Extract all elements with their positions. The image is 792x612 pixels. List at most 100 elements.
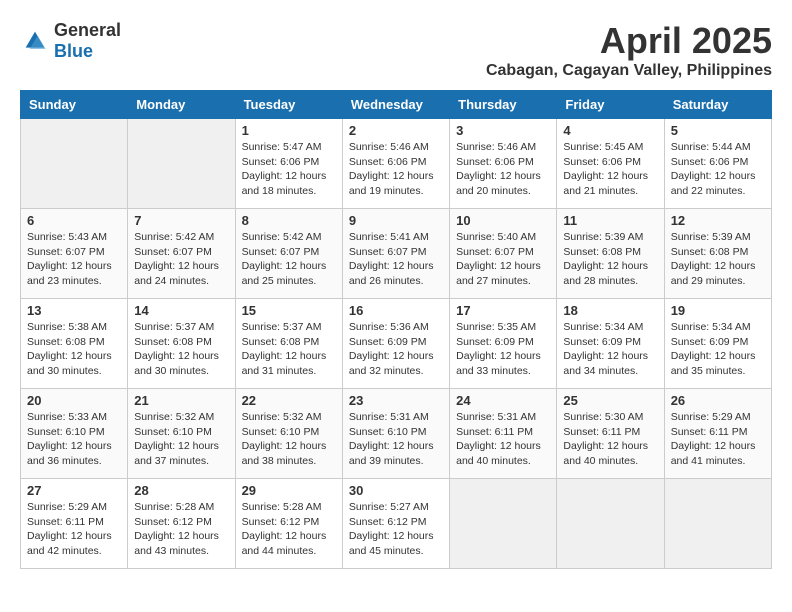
calendar-cell <box>21 119 128 209</box>
day-number: 29 <box>242 483 336 498</box>
day-number: 25 <box>563 393 657 408</box>
day-number: 30 <box>349 483 443 498</box>
day-detail: Sunrise: 5:31 AMSunset: 6:11 PMDaylight:… <box>456 410 550 469</box>
day-number: 21 <box>134 393 228 408</box>
logo: General Blue <box>20 20 121 62</box>
calendar-cell: 3Sunrise: 5:46 AMSunset: 6:06 PMDaylight… <box>450 119 557 209</box>
day-number: 27 <box>27 483 121 498</box>
calendar-cell: 13Sunrise: 5:38 AMSunset: 6:08 PMDayligh… <box>21 299 128 389</box>
day-number: 16 <box>349 303 443 318</box>
day-number: 11 <box>563 213 657 228</box>
calendar-cell: 8 Sunrise: 5:42 AMSunset: 6:07 PMDaylight… <box>235 209 342 299</box>
calendar-cell: 4 Sunrise: 5:45 AMSunset: 6:06 PMDaylight… <box>557 119 664 209</box>
calendar-week-row: 20 Sunrise: 5:33 AMSunset: 6:10 PMDayligh… <box>21 389 772 479</box>
day-detail: Sunrise: 5:37 AMSunset: 6:08 PMDaylight:… <box>134 320 228 379</box>
calendar-cell: 15Sunrise: 5:37 AMSunset: 6:08 PMDayligh… <box>235 299 342 389</box>
day-detail: Sunrise: 5:45 AMSunset: 6:06 PMDaylight:… <box>563 140 657 199</box>
day-of-week-header: Friday <box>557 91 664 119</box>
day-of-week-header: Tuesday <box>235 91 342 119</box>
day-detail: Sunrise: 5:34 AMSunset: 6:09 PMDaylight:… <box>563 320 657 379</box>
day-number: 4 <box>563 123 657 138</box>
day-detail: Sunrise: 5:42 AMSunset: 6:07 PMDaylight:… <box>242 230 336 289</box>
calendar-cell <box>557 479 664 569</box>
day-number: 18 <box>563 303 657 318</box>
day-detail: Sunrise: 5:43 AMSunset: 6:07 PMDaylight:… <box>27 230 121 289</box>
calendar-cell: 18 Sunrise: 5:34 AMSunset: 6:09 PMDayligh… <box>557 299 664 389</box>
calendar-cell: 1 Sunrise: 5:47 AMSunset: 6:06 PMDaylight… <box>235 119 342 209</box>
calendar-cell: 5Sunrise: 5:44 AMSunset: 6:06 PMDaylight… <box>664 119 771 209</box>
calendar-cell: 11 Sunrise: 5:39 AMSunset: 6:08 PMDayligh… <box>557 209 664 299</box>
day-of-week-header: Saturday <box>664 91 771 119</box>
calendar-cell: 24 Sunrise: 5:31 AMSunset: 6:11 PMDayligh… <box>450 389 557 479</box>
day-detail: Sunrise: 5:29 AMSunset: 6:11 PMDaylight:… <box>671 410 765 469</box>
calendar-cell <box>450 479 557 569</box>
page-header: General Blue April 2025 Cabagan, Cagayan… <box>20 20 772 80</box>
day-detail: Sunrise: 5:39 AMSunset: 6:08 PMDaylight:… <box>671 230 765 289</box>
calendar-cell <box>128 119 235 209</box>
day-number: 20 <box>27 393 121 408</box>
day-of-week-header: Thursday <box>450 91 557 119</box>
day-number: 28 <box>134 483 228 498</box>
day-detail: Sunrise: 5:36 AMSunset: 6:09 PMDaylight:… <box>349 320 443 379</box>
day-detail: Sunrise: 5:46 AMSunset: 6:06 PMDaylight:… <box>349 140 443 199</box>
day-detail: Sunrise: 5:41 AMSunset: 6:07 PMDaylight:… <box>349 230 443 289</box>
day-number: 24 <box>456 393 550 408</box>
calendar-cell: 23Sunrise: 5:31 AMSunset: 6:10 PMDayligh… <box>342 389 449 479</box>
day-detail: Sunrise: 5:31 AMSunset: 6:10 PMDaylight:… <box>349 410 443 469</box>
calendar-cell: 10 Sunrise: 5:40 AMSunset: 6:07 PMDayligh… <box>450 209 557 299</box>
calendar-cell: 26 Sunrise: 5:29 AMSunset: 6:11 PMDayligh… <box>664 389 771 479</box>
day-detail: Sunrise: 5:44 AMSunset: 6:06 PMDaylight:… <box>671 140 765 199</box>
calendar-week-row: 1 Sunrise: 5:47 AMSunset: 6:06 PMDaylight… <box>21 119 772 209</box>
day-number: 1 <box>242 123 336 138</box>
day-detail: Sunrise: 5:42 AMSunset: 6:07 PMDaylight:… <box>134 230 228 289</box>
title-section: April 2025 Cabagan, Cagayan Valley, Phil… <box>486 20 772 80</box>
day-number: 3 <box>456 123 550 138</box>
day-detail: Sunrise: 5:39 AMSunset: 6:08 PMDaylight:… <box>563 230 657 289</box>
day-detail: Sunrise: 5:29 AMSunset: 6:11 PMDaylight:… <box>27 500 121 559</box>
calendar-cell: 22Sunrise: 5:32 AMSunset: 6:10 PMDayligh… <box>235 389 342 479</box>
location-title: Cabagan, Cagayan Valley, Philippines <box>486 62 772 80</box>
calendar-cell: 29 Sunrise: 5:28 AMSunset: 6:12 PMDayligh… <box>235 479 342 569</box>
day-detail: Sunrise: 5:27 AMSunset: 6:12 PMDaylight:… <box>349 500 443 559</box>
calendar-cell: 16 Sunrise: 5:36 AMSunset: 6:09 PMDayligh… <box>342 299 449 389</box>
day-detail: Sunrise: 5:34 AMSunset: 6:09 PMDaylight:… <box>671 320 765 379</box>
calendar-cell: 2 Sunrise: 5:46 AMSunset: 6:06 PMDaylight… <box>342 119 449 209</box>
day-detail: Sunrise: 5:28 AMSunset: 6:12 PMDaylight:… <box>242 500 336 559</box>
calendar-week-row: 6 Sunrise: 5:43 AMSunset: 6:07 PMDaylight… <box>21 209 772 299</box>
calendar-cell: 6 Sunrise: 5:43 AMSunset: 6:07 PMDaylight… <box>21 209 128 299</box>
calendar-cell: 7Sunrise: 5:42 AMSunset: 6:07 PMDaylight… <box>128 209 235 299</box>
calendar-cell: 20 Sunrise: 5:33 AMSunset: 6:10 PMDayligh… <box>21 389 128 479</box>
day-detail: Sunrise: 5:32 AMSunset: 6:10 PMDaylight:… <box>134 410 228 469</box>
day-of-week-header: Sunday <box>21 91 128 119</box>
day-number: 19 <box>671 303 765 318</box>
calendar-cell: 12 Sunrise: 5:39 AMSunset: 6:08 PMDayligh… <box>664 209 771 299</box>
month-title: April 2025 <box>486 20 772 62</box>
day-number: 12 <box>671 213 765 228</box>
day-number: 6 <box>27 213 121 228</box>
calendar-cell <box>664 479 771 569</box>
day-number: 14 <box>134 303 228 318</box>
day-number: 10 <box>456 213 550 228</box>
logo-icon <box>20 29 50 53</box>
day-number: 22 <box>242 393 336 408</box>
calendar-cell: 30 Sunrise: 5:27 AMSunset: 6:12 PMDayligh… <box>342 479 449 569</box>
calendar-cell: 14 Sunrise: 5:37 AMSunset: 6:08 PMDayligh… <box>128 299 235 389</box>
day-detail: Sunrise: 5:47 AMSunset: 6:06 PMDaylight:… <box>242 140 336 199</box>
day-number: 2 <box>349 123 443 138</box>
calendar-cell: 27 Sunrise: 5:29 AMSunset: 6:11 PMDayligh… <box>21 479 128 569</box>
calendar-cell: 28 Sunrise: 5:28 AMSunset: 6:12 PMDayligh… <box>128 479 235 569</box>
day-number: 8 <box>242 213 336 228</box>
day-detail: Sunrise: 5:35 AMSunset: 6:09 PMDaylight:… <box>456 320 550 379</box>
day-number: 13 <box>27 303 121 318</box>
day-number: 26 <box>671 393 765 408</box>
day-detail: Sunrise: 5:40 AMSunset: 6:07 PMDaylight:… <box>456 230 550 289</box>
day-number: 17 <box>456 303 550 318</box>
calendar-table: SundayMondayTuesdayWednesdayThursdayFrid… <box>20 90 772 569</box>
day-detail: Sunrise: 5:37 AMSunset: 6:08 PMDaylight:… <box>242 320 336 379</box>
calendar-week-row: 13Sunrise: 5:38 AMSunset: 6:08 PMDayligh… <box>21 299 772 389</box>
day-detail: Sunrise: 5:33 AMSunset: 6:10 PMDaylight:… <box>27 410 121 469</box>
calendar-cell: 21 Sunrise: 5:32 AMSunset: 6:10 PMDayligh… <box>128 389 235 479</box>
day-detail: Sunrise: 5:28 AMSunset: 6:12 PMDaylight:… <box>134 500 228 559</box>
day-of-week-header: Monday <box>128 91 235 119</box>
day-of-week-header: Wednesday <box>342 91 449 119</box>
